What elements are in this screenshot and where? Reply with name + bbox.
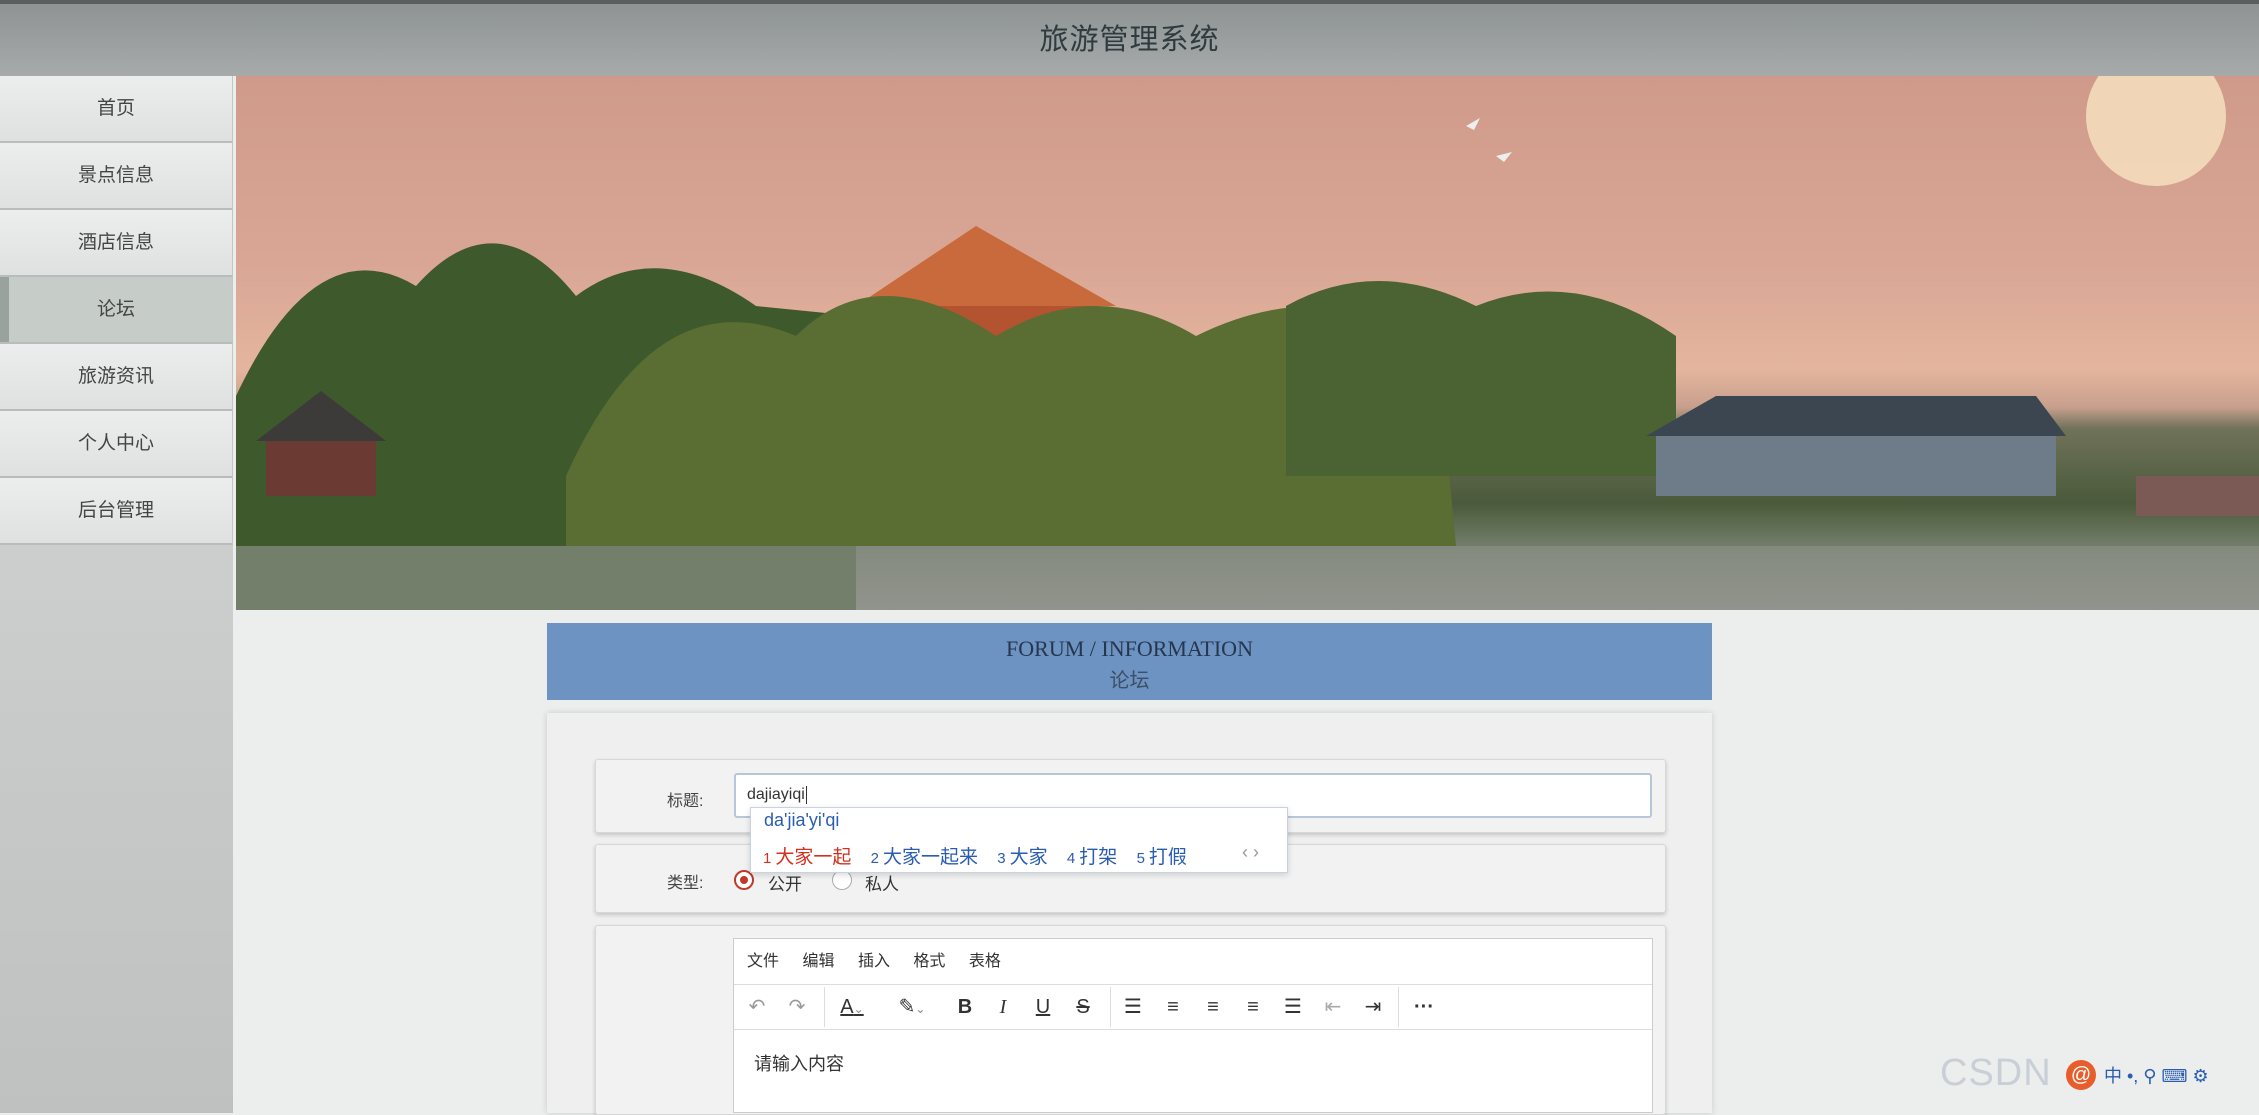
- line-height-icon[interactable]: ☰: [1118, 985, 1148, 1029]
- toolbar-divider: [1110, 987, 1111, 1027]
- justify-icon[interactable]: ☰: [1278, 985, 1308, 1029]
- top-header: 旅游管理系统: [0, 0, 2259, 76]
- sidebar-item-hotels[interactable]: 酒店信息: [0, 210, 233, 277]
- section-title-en: FORUM / INFORMATION: [1006, 636, 1253, 661]
- radio-public[interactable]: [734, 870, 754, 890]
- more-icon[interactable]: ···: [1406, 985, 1442, 1029]
- ime-candidates: 1 大家一起 2 大家一起来 3 大家 4 打架 5 打假: [763, 842, 1201, 869]
- sidebar: 首页 景点信息 酒店信息 论坛 旅游资讯 个人中心 后台管理: [0, 76, 233, 1113]
- editor-toolbar: ↶ ↷ A⌄ ✎⌄ B I U S ☰ ≡ ≡ ≡ ☰ ⇤ ⇥ ···: [734, 985, 1652, 1030]
- align-center-icon[interactable]: ≡: [1198, 985, 1228, 1029]
- underline-icon[interactable]: U: [1030, 985, 1056, 1029]
- indent-icon[interactable]: ⇥: [1358, 985, 1388, 1029]
- sidebar-item-forum[interactable]: 论坛: [0, 277, 233, 344]
- text-caret: [805, 785, 807, 804]
- ime-candidate[interactable]: 5 打假: [1137, 847, 1187, 868]
- redo-icon[interactable]: ↷: [782, 985, 812, 1029]
- sidebar-item-news[interactable]: 旅游资讯: [0, 344, 233, 411]
- banner-image: [236, 76, 2259, 610]
- app-title: 旅游管理系统: [1039, 24, 1220, 56]
- ime-candidate[interactable]: 3 大家: [997, 847, 1047, 868]
- menu-file[interactable]: 文件: [747, 939, 779, 984]
- ime-pinyin: da'jia'yi'qi: [764, 810, 840, 830]
- rich-text-editor[interactable]: 文件 编辑 插入 格式 表格 ↶ ↷ A⌄ ✎⌄ B I U S ☰ ≡ ≡ ≡…: [733, 938, 1653, 1113]
- ime-page-arrows[interactable]: ‹ ›: [1242, 842, 1259, 863]
- ime-tray-toolbar[interactable]: 中 •, ⚲ ⌨ ⚙: [2104, 1062, 2209, 1088]
- ime-candidate-window: da'jia'yi'qi 1 大家一起 2 大家一起来 3 大家 4 打架 5 打假 ‹ …: [750, 807, 1288, 873]
- italic-icon[interactable]: I: [990, 985, 1016, 1029]
- radio-private[interactable]: [832, 870, 852, 890]
- sidebar-item-admin[interactable]: 后台管理: [0, 478, 233, 545]
- bold-icon[interactable]: B: [952, 985, 978, 1029]
- align-right-icon[interactable]: ≡: [1238, 985, 1268, 1029]
- toolbar-divider: [824, 987, 825, 1027]
- editor-menubar: 文件 编辑 插入 格式 表格: [734, 939, 1652, 985]
- csdn-watermark: CSDN: [1940, 1052, 2052, 1094]
- section-title-zh: 论坛: [1109, 670, 1150, 692]
- editor-placeholder[interactable]: 请输入内容: [754, 1050, 844, 1076]
- ime-candidate[interactable]: 2 大家一起来: [871, 847, 978, 868]
- menu-insert[interactable]: 插入: [858, 939, 890, 984]
- ime-tray-icon[interactable]: @: [2066, 1060, 2096, 1090]
- sidebar-item-attractions[interactable]: 景点信息: [0, 143, 233, 210]
- undo-icon[interactable]: ↶: [742, 985, 772, 1029]
- highlight-icon[interactable]: ✎⌄: [894, 985, 930, 1029]
- toolbar-divider: [1398, 987, 1399, 1027]
- menu-format[interactable]: 格式: [913, 939, 945, 984]
- type-label: 类型:: [667, 875, 704, 892]
- radio-public-label[interactable]: 公开: [768, 870, 802, 895]
- ime-candidate[interactable]: 4 打架: [1067, 847, 1117, 868]
- banner-carousel[interactable]: [236, 76, 2259, 610]
- menu-edit[interactable]: 编辑: [802, 939, 834, 984]
- strikethrough-icon[interactable]: S: [1070, 985, 1096, 1029]
- sidebar-item-profile[interactable]: 个人中心: [0, 411, 233, 478]
- ime-candidate[interactable]: 1 大家一起: [763, 847, 851, 868]
- section-header: FORUM / INFORMATION 论坛: [547, 623, 1712, 700]
- sidebar-item-home[interactable]: 首页: [0, 76, 233, 143]
- radio-private-label[interactable]: 私人: [865, 870, 899, 895]
- title-input-value: dajiayiqi: [747, 786, 805, 803]
- align-left-icon[interactable]: ≡: [1158, 985, 1188, 1029]
- title-label: 标题:: [667, 793, 704, 810]
- menu-table[interactable]: 表格: [969, 939, 1001, 984]
- font-color-icon[interactable]: A⌄: [834, 985, 870, 1029]
- outdent-icon[interactable]: ⇤: [1318, 985, 1348, 1029]
